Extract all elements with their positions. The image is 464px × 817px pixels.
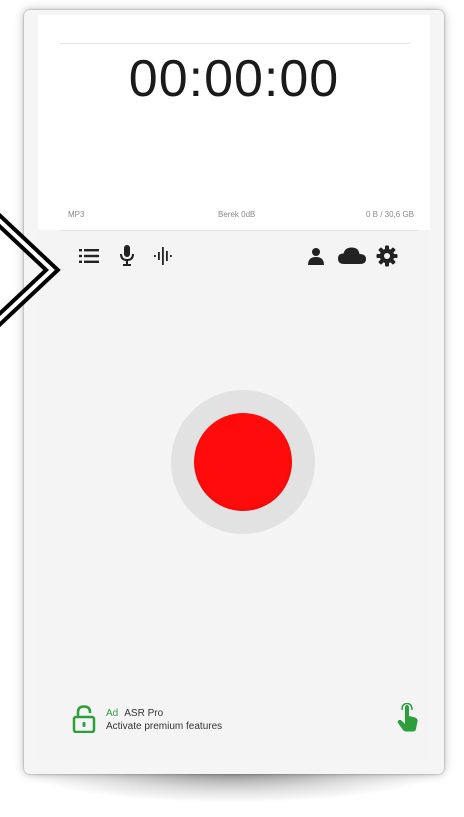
ad-subtitle: Activate premium features [106, 721, 223, 732]
record-button[interactable] [171, 390, 315, 534]
timer-area: 00:00:00 MP3 Berek 0dB 0 B / 30,6 GB [38, 15, 430, 230]
cloud-icon[interactable] [336, 243, 368, 269]
ad-text: Ad ASR Pro Activate premium features [106, 707, 222, 733]
waveform-icon[interactable] [150, 243, 176, 269]
microphone-icon[interactable] [114, 243, 140, 269]
gear-icon[interactable] [374, 243, 400, 269]
screenshot-stage: 00:00:00 MP3 Berek 0dB 0 B / 30,6 GB Ad … [0, 0, 464, 817]
chevron-right-icon [0, 212, 61, 328]
elapsed-timer: 00:00:00 [128, 50, 340, 108]
toolbar [38, 237, 430, 273]
toolbar-divider [60, 230, 418, 231]
timer-divider [60, 43, 410, 44]
storage-label: 0 B / 30,6 GB [365, 210, 414, 219]
app-screen: 00:00:00 MP3 Berek 0dB 0 B / 30,6 GB Ad … [38, 15, 430, 759]
status-row: MP3 Berek 0dB 0 B / 30,6 GB [38, 210, 430, 224]
ad-title: ASR Pro [124, 708, 164, 719]
ad-banner[interactable]: Ad ASR Pro Activate premium features [38, 699, 430, 739]
paper-shadow [30, 772, 434, 802]
gain-label: Berek 0dB [218, 210, 256, 219]
ad-tag: Ad [106, 708, 119, 719]
list-icon[interactable] [76, 243, 102, 269]
person-icon[interactable] [303, 243, 329, 269]
tap-finger-icon [394, 702, 420, 733]
unlock-icon [72, 705, 96, 734]
record-dot-icon [194, 413, 292, 511]
format-label: MP3 [68, 210, 85, 219]
